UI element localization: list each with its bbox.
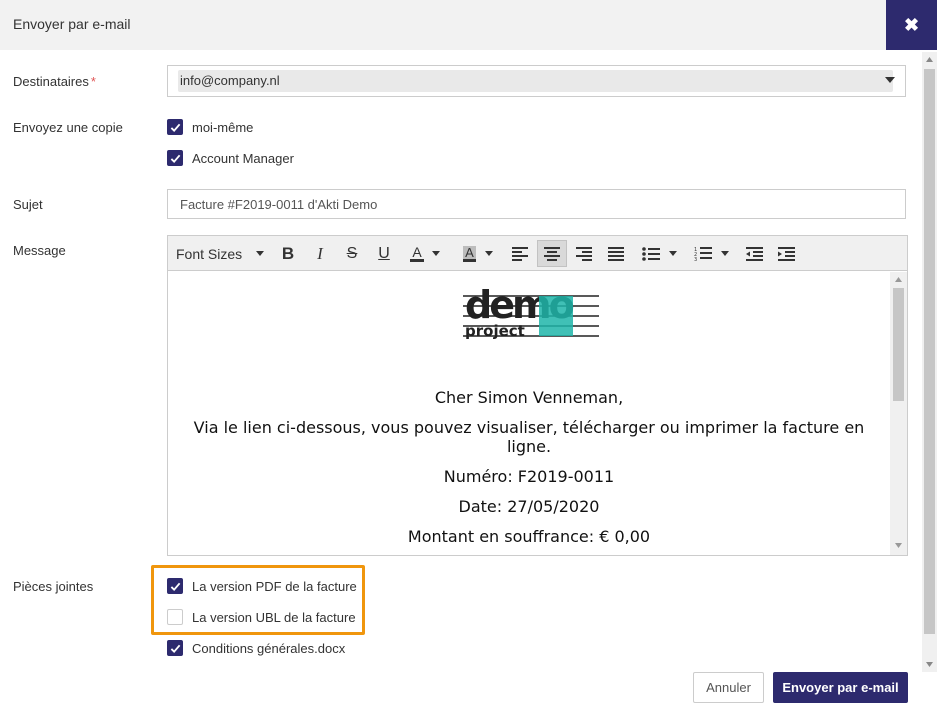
recipients-label-text: Destinataires	[13, 74, 89, 89]
align-left-icon	[512, 246, 528, 261]
chevron-down-icon	[484, 251, 493, 256]
indent-button[interactable]	[773, 240, 799, 267]
align-center-button[interactable]	[537, 240, 567, 267]
background-color-icon: A	[463, 244, 476, 262]
scrollbar-thumb[interactable]	[924, 69, 935, 634]
align-right-button[interactable]	[571, 240, 597, 267]
font-sizes-dropdown[interactable]: Font Sizes	[174, 240, 266, 267]
cancel-button[interactable]: Annuler	[693, 672, 764, 703]
chevron-down-icon	[431, 251, 440, 256]
scroll-down-icon[interactable]	[922, 659, 937, 669]
indent-icon	[777, 246, 795, 261]
checkbox[interactable]	[167, 150, 183, 166]
recipients-label: Destinataires *	[13, 74, 96, 89]
recipient-chip[interactable]: info@company.nl	[178, 70, 893, 92]
close-icon: ✖	[903, 14, 920, 35]
align-center-icon	[544, 246, 560, 261]
checkmark-icon	[170, 644, 180, 653]
checkbox-label: Conditions générales.docx	[192, 640, 346, 656]
recipients-select[interactable]: info@company.nl	[167, 65, 906, 97]
outdent-icon	[745, 246, 763, 261]
dialog-title: Envoyer par e-mail	[13, 16, 131, 32]
italic-icon: I	[317, 243, 323, 263]
amount-due-text: Montant en souffrance: € 0,00	[407, 527, 651, 546]
send-email-button[interactable]: Envoyer par e-mail	[773, 672, 908, 703]
message-label: Message	[13, 243, 66, 258]
outdent-button[interactable]	[741, 240, 767, 267]
scrollbar-thumb[interactable]	[893, 288, 904, 401]
svg-text:3: 3	[694, 257, 697, 261]
bullet-list-icon	[641, 246, 660, 261]
intro-text: Via le lien ci-dessous, vous pouvez visu…	[193, 418, 865, 456]
resize-handle-icon[interactable]	[890, 540, 907, 550]
checkmark-icon	[170, 123, 180, 132]
align-justify-button[interactable]	[603, 240, 629, 267]
align-left-button[interactable]	[507, 240, 533, 267]
svg-text:project: project	[465, 322, 525, 340]
editor-toolbar: Font Sizes B I S U A A 1 2 3	[168, 236, 907, 271]
italic-button[interactable]: I	[308, 240, 332, 267]
subject-input[interactable]: Facture #F2019-0011 d'Akti Demo	[167, 189, 906, 219]
greeting-text: Cher Simon Venneman,	[434, 388, 624, 407]
demo-project-logo: demo project	[461, 282, 601, 344]
checkbox-label: Account Manager	[192, 150, 294, 166]
subject-label: Sujet	[13, 197, 43, 212]
chevron-down-icon	[720, 251, 729, 256]
text-color-icon: A	[410, 244, 424, 262]
message-editor: Font Sizes B I S U A A 1 2 3 demo projec…	[167, 235, 908, 556]
attachments-label: Pièces jointes	[13, 579, 94, 594]
checkbox[interactable]	[167, 119, 183, 135]
bold-icon: B	[281, 243, 295, 263]
copy-label: Envoyez une copie	[13, 120, 123, 135]
copy-option-account-manager[interactable]: Account Manager	[167, 150, 294, 166]
editor-scrollbar[interactable]	[890, 272, 907, 555]
numbered-list-icon: 123	[694, 247, 712, 261]
font-sizes-label: Font Sizes	[176, 245, 243, 262]
send-email-dialog: Envoyer par e-mail ✖ Destinataires * info…	[0, 0, 937, 717]
strikethrough-icon: S	[346, 244, 358, 262]
invoice-number-text: Numéro: F2019-0011	[443, 467, 615, 486]
scroll-up-icon[interactable]	[890, 275, 907, 285]
background-color-button[interactable]: A	[457, 240, 499, 267]
dialog-header: Envoyer par e-mail ✖	[0, 0, 937, 50]
chevron-down-icon	[668, 251, 677, 256]
scroll-up-icon[interactable]	[922, 55, 937, 65]
checkmark-icon	[170, 154, 180, 163]
attachments-highlight	[151, 565, 365, 635]
bullet-list-button[interactable]	[637, 240, 681, 267]
editor-content[interactable]: demo project Cher Simon Venneman, Via le…	[168, 272, 890, 555]
numbered-list-button[interactable]: 123	[689, 240, 733, 267]
chevron-down-icon	[256, 251, 264, 256]
text-color-button[interactable]: A	[405, 240, 445, 267]
dialog-scrollbar[interactable]	[922, 52, 937, 672]
attachment-conditions-option[interactable]: Conditions générales.docx	[167, 640, 345, 656]
close-button[interactable]: ✖	[886, 0, 937, 50]
copy-option-self[interactable]: moi-même	[167, 119, 253, 135]
checkbox[interactable]	[167, 640, 183, 656]
required-mark: *	[90, 74, 96, 89]
align-right-icon	[576, 246, 592, 261]
underline-icon: U	[378, 244, 390, 262]
bold-button[interactable]: B	[276, 240, 300, 267]
chevron-down-icon[interactable]	[885, 77, 895, 83]
align-justify-icon	[608, 246, 624, 261]
underline-button[interactable]: U	[372, 240, 396, 267]
invoice-date-text: Date: 27/05/2020	[458, 497, 600, 516]
strikethrough-button[interactable]: S	[340, 240, 364, 267]
checkbox-label: moi-même	[192, 119, 254, 135]
